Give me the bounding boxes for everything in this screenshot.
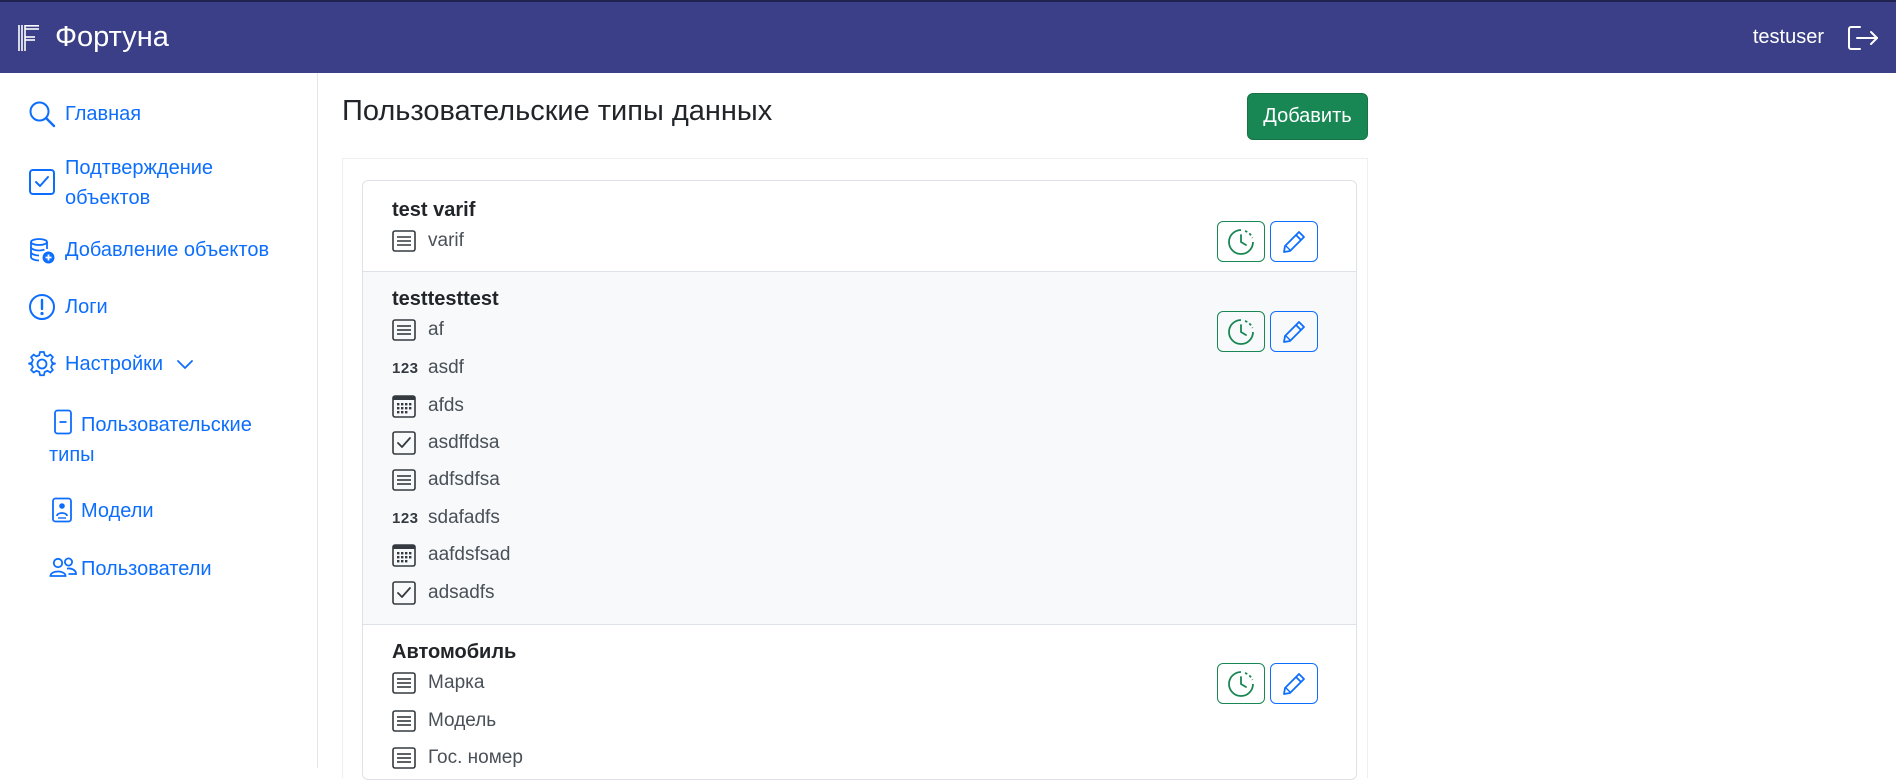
search-icon bbox=[29, 101, 56, 128]
logout-icon[interactable] bbox=[1846, 23, 1880, 53]
type-name: Автомобиль bbox=[392, 641, 517, 663]
clock-history-icon bbox=[1228, 318, 1254, 345]
field-label: asdf bbox=[428, 357, 464, 378]
gear-icon bbox=[28, 351, 56, 377]
type-row-test-varif: test varif varif bbox=[363, 181, 1356, 272]
field-label: adfsdfsa bbox=[428, 469, 500, 490]
calendar-icon bbox=[392, 395, 416, 418]
field-label: Модель bbox=[428, 710, 497, 731]
text-field-icon bbox=[392, 672, 416, 694]
type-name: testtesttest bbox=[392, 288, 499, 310]
sidebar-item-label: Пользователи bbox=[81, 558, 212, 580]
number-field-icon: 123 bbox=[392, 359, 419, 377]
checkbox-icon bbox=[392, 431, 416, 455]
sidebar-item-logs[interactable]: Логи bbox=[28, 292, 108, 322]
sidebar-subitem-user-types[interactable]: Пользовательские типы bbox=[49, 409, 279, 470]
field-label: Марка bbox=[428, 672, 485, 693]
page-title: Пользовательские типы данных bbox=[342, 95, 773, 127]
text-field-icon bbox=[392, 747, 416, 769]
file-person-icon bbox=[52, 497, 72, 523]
sidebar-item-label: Подтверждение объектов bbox=[65, 157, 214, 209]
field-item: aafdsfsad bbox=[392, 541, 510, 569]
brand-logo-icon bbox=[18, 24, 39, 51]
edit-button[interactable] bbox=[1270, 663, 1318, 704]
calendar-icon bbox=[392, 544, 416, 567]
field-label: af bbox=[428, 319, 444, 340]
sidebar: Главная Подтверждение объектов Добавлени… bbox=[0, 73, 318, 768]
field-item: Марка bbox=[392, 669, 484, 697]
username: testuser bbox=[1752, 26, 1824, 48]
add-button[interactable]: Добавить bbox=[1247, 93, 1368, 140]
field-item: af bbox=[392, 316, 444, 344]
field-label: sdafadfs bbox=[428, 507, 500, 528]
field-label: aafdsfsad bbox=[428, 544, 511, 565]
type-row-testtesttest: testtesttest af 123 asdf afds asdffdsa a… bbox=[363, 272, 1356, 625]
text-field-icon bbox=[392, 319, 416, 341]
sidebar-subitem-users[interactable]: Пользователи bbox=[49, 554, 212, 584]
top-navbar: Фортуна testuser bbox=[0, 0, 1896, 73]
database-add-icon bbox=[30, 238, 55, 264]
field-label: asdffdsa bbox=[428, 432, 500, 453]
user-types-list: test varif varif testtesttest af 123 asd… bbox=[362, 180, 1357, 780]
pencil-icon bbox=[1283, 230, 1305, 253]
sidebar-subitem-models[interactable]: Модели bbox=[51, 496, 154, 526]
history-button[interactable] bbox=[1217, 663, 1265, 704]
pencil-icon bbox=[1283, 672, 1305, 695]
checkbox-icon bbox=[392, 581, 416, 605]
sidebar-item-settings[interactable]: Настройки bbox=[28, 349, 195, 379]
sidebar-item-label: Добавление объектов bbox=[65, 239, 270, 261]
text-field-icon bbox=[392, 230, 416, 252]
field-label: Гос. номер bbox=[428, 747, 523, 768]
history-button[interactable] bbox=[1217, 311, 1265, 352]
field-label: varif bbox=[428, 230, 464, 251]
text-field-icon bbox=[392, 469, 416, 491]
field-label: afds bbox=[428, 395, 464, 416]
field-label: adsadfs bbox=[428, 582, 495, 603]
sidebar-item-confirm[interactable]: Подтверждение объектов bbox=[28, 153, 268, 213]
people-icon bbox=[49, 557, 77, 577]
field-item: varif bbox=[392, 227, 464, 255]
clock-history-icon bbox=[1228, 670, 1254, 697]
text-field-icon bbox=[392, 710, 416, 732]
brand[interactable]: Фортуна bbox=[17, 21, 169, 54]
edit-button[interactable] bbox=[1270, 311, 1318, 352]
app-name: Фортуна bbox=[55, 21, 169, 53]
field-item: 123 asdf bbox=[392, 354, 464, 382]
edit-button[interactable] bbox=[1270, 221, 1318, 262]
sidebar-item-label: Настройки bbox=[65, 353, 164, 375]
chevron-down-icon[interactable] bbox=[175, 355, 195, 375]
sidebar-item-label: Пользовательские типы bbox=[49, 414, 252, 466]
field-item: asdffdsa bbox=[392, 429, 499, 457]
field-item: 123 sdafadfs bbox=[392, 504, 500, 532]
pencil-icon bbox=[1283, 320, 1305, 343]
file-minus-icon bbox=[54, 409, 72, 435]
field-item: adfsdfsa bbox=[392, 466, 500, 494]
field-item: Модель bbox=[392, 707, 496, 735]
check-square-icon bbox=[29, 169, 55, 195]
history-button[interactable] bbox=[1217, 221, 1265, 262]
clock-history-icon bbox=[1228, 228, 1254, 255]
type-name: test varif bbox=[392, 199, 476, 221]
sidebar-item-label: Модели bbox=[81, 500, 154, 522]
sidebar-item-home[interactable]: Главная bbox=[28, 99, 141, 129]
type-row-avtomobil: Автомобиль Марка Модель Гос. номер bbox=[363, 625, 1356, 779]
number-field-icon: 123 bbox=[392, 509, 419, 527]
field-item: adsadfs bbox=[392, 579, 495, 607]
sidebar-item-add-objects[interactable]: Добавление объектов bbox=[28, 235, 269, 265]
sidebar-item-label: Логи bbox=[65, 296, 108, 318]
exclamation-circle-icon bbox=[29, 294, 55, 320]
sidebar-item-label: Главная bbox=[65, 103, 142, 125]
field-item: afds bbox=[392, 392, 464, 420]
